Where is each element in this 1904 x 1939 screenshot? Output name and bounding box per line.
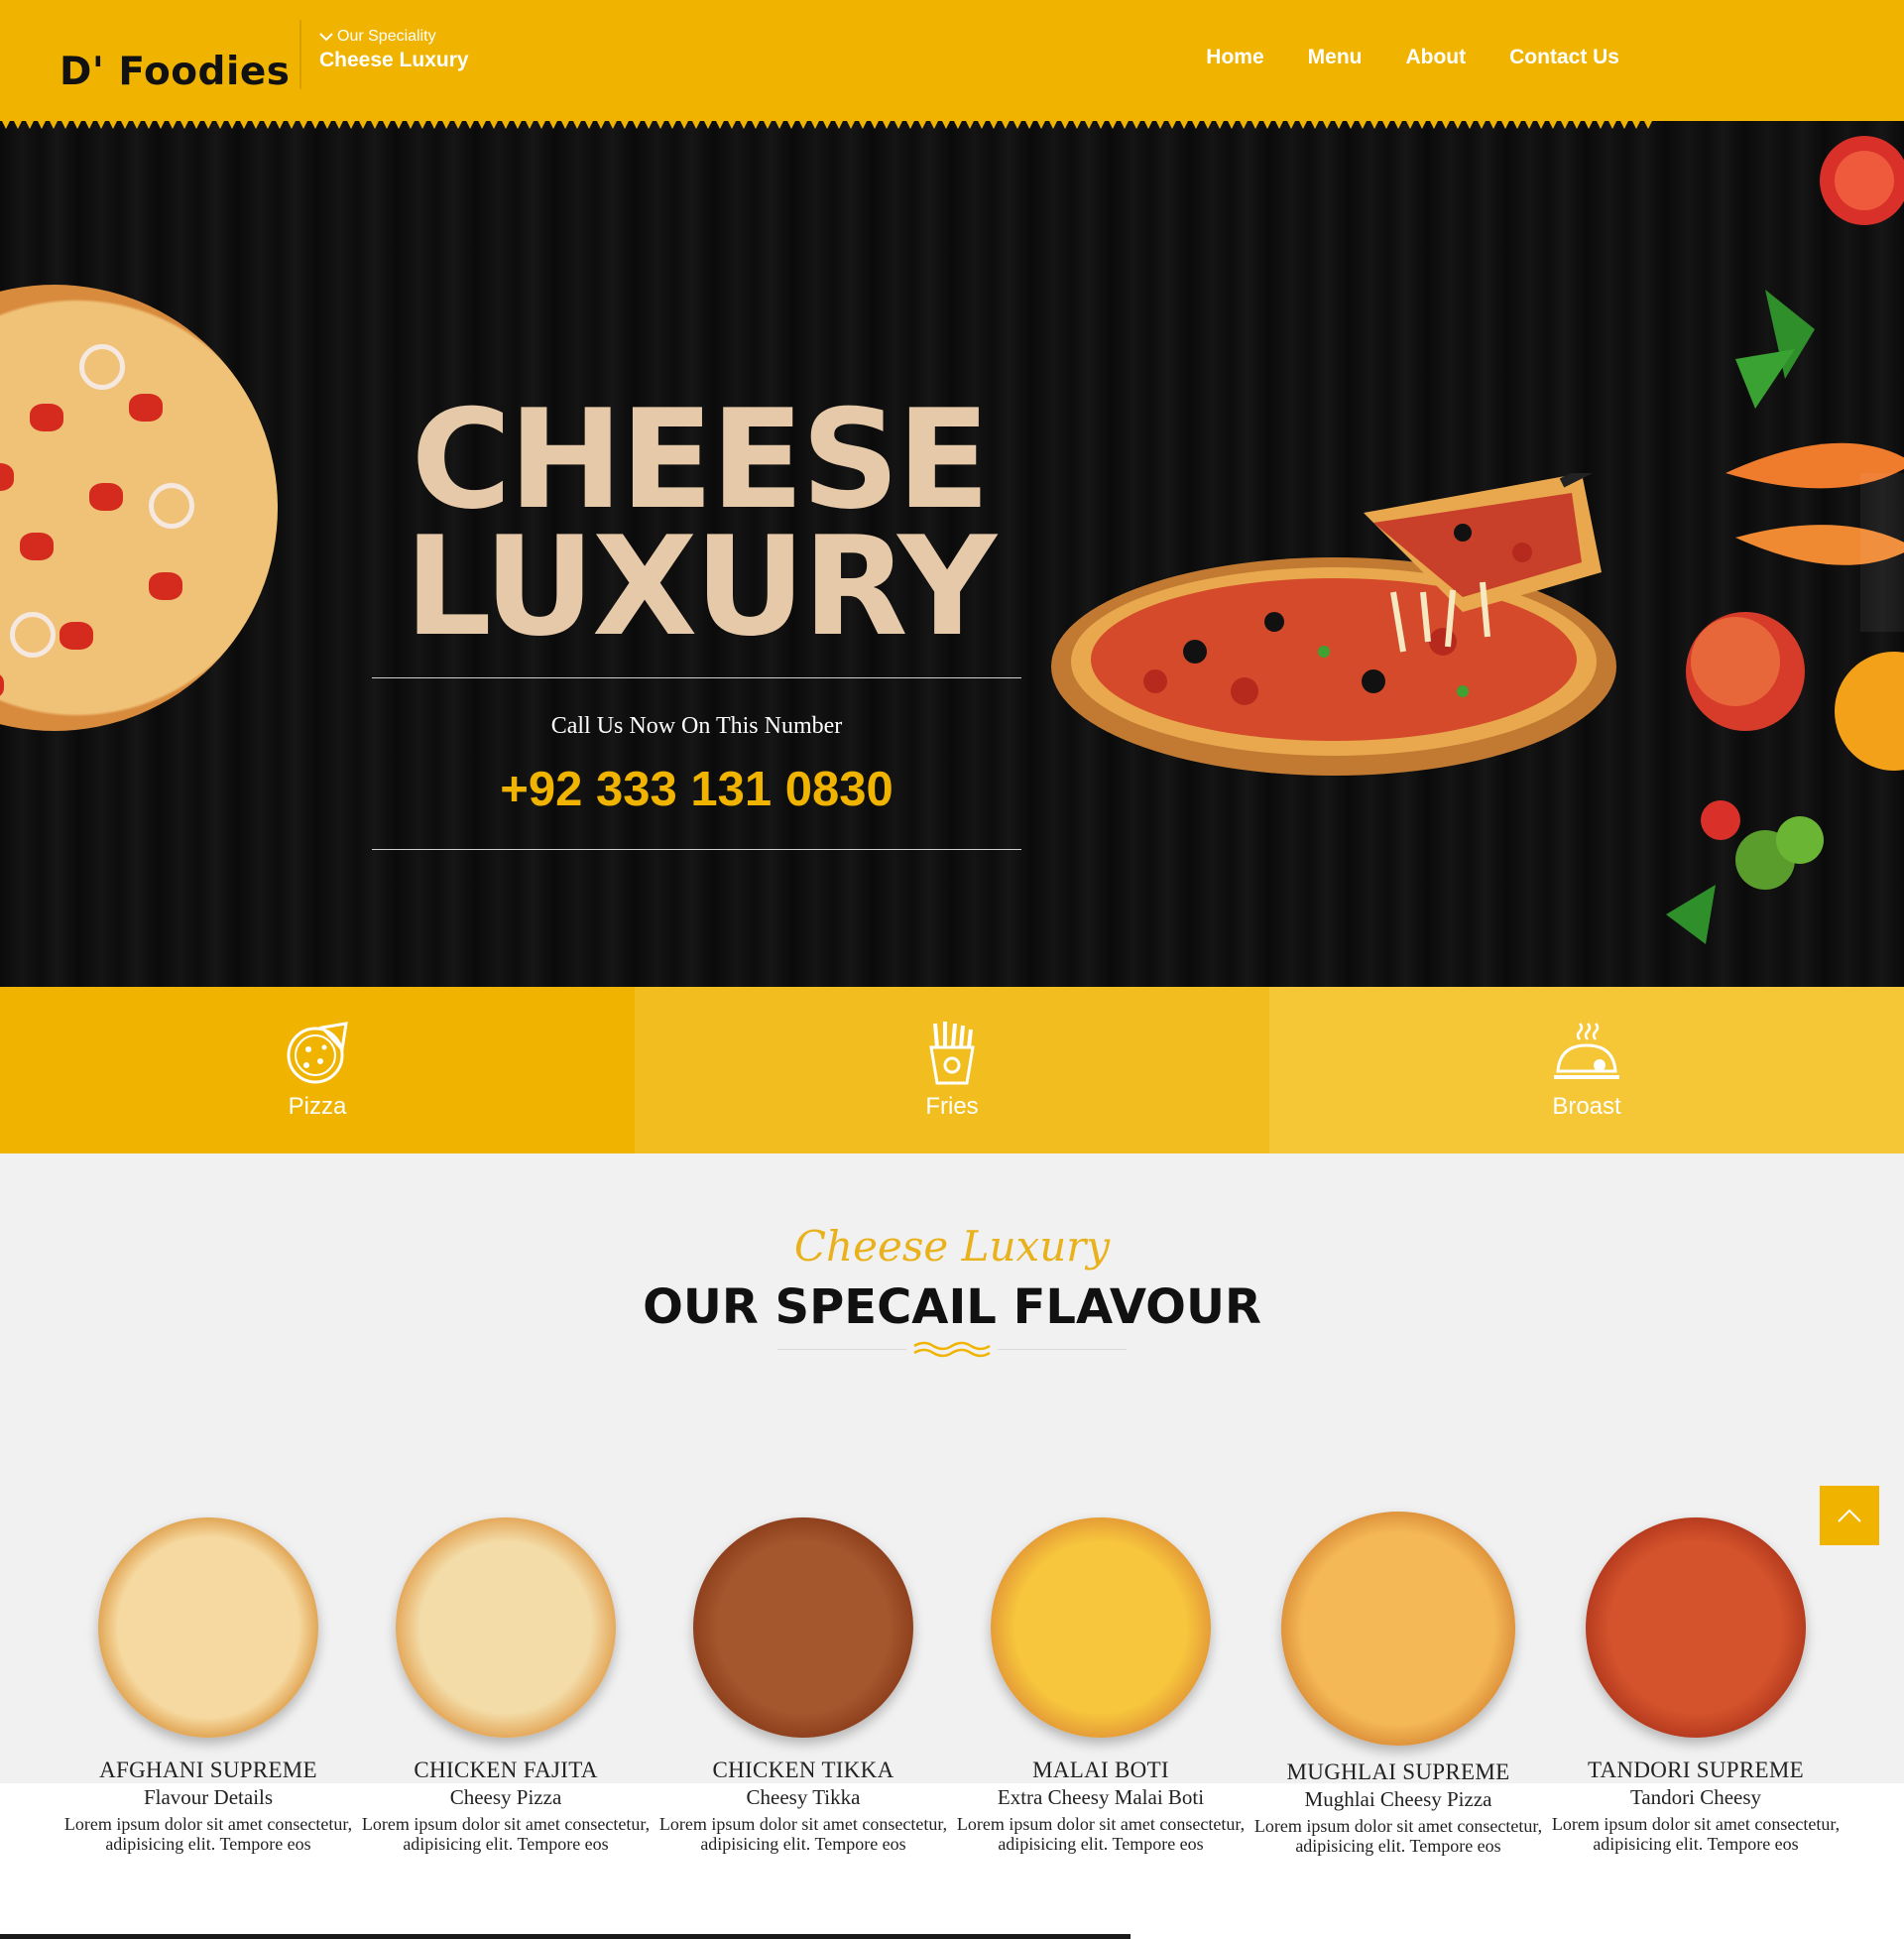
title-rule-right bbox=[998, 1349, 1127, 1350]
product-description: Lorem ipsum dolor sit amet consectetur, … bbox=[1551, 1814, 1841, 1854]
header-zigzag-edge bbox=[0, 117, 1654, 129]
product-name: CHICKEN FAJITA bbox=[414, 1757, 598, 1782]
product-subtitle: Extra Cheesy Malai Boti bbox=[997, 1785, 1205, 1809]
back-to-top-button[interactable] bbox=[1820, 1486, 1879, 1545]
product-description: Lorem ipsum dolor sit amet consectetur, … bbox=[658, 1814, 948, 1854]
chevron-down-icon bbox=[319, 33, 333, 42]
product-subtitle: Flavour Details bbox=[143, 1785, 274, 1809]
hero-phone[interactable]: +92 333 131 0830 bbox=[372, 762, 1021, 817]
product-card[interactable]: TANDORI SUPREME Tandori Cheesy Lorem ips… bbox=[1547, 1517, 1844, 1854]
product-image bbox=[98, 1517, 318, 1738]
category-label: Broast bbox=[1552, 1093, 1621, 1120]
product-card[interactable]: MALAI BOTI Extra Cheesy Malai Boti Lorem… bbox=[952, 1517, 1250, 1854]
hero-title-line2: LUXURY bbox=[404, 507, 997, 667]
product-image bbox=[991, 1517, 1211, 1738]
product-image bbox=[1586, 1517, 1806, 1738]
product-description: Lorem ipsum dolor sit amet consectetur, … bbox=[63, 1814, 353, 1854]
hero-title-line1: CHEESE bbox=[411, 380, 991, 540]
wave-divider-icon bbox=[913, 1341, 991, 1358]
hero-title: CHEESE LUXURY bbox=[372, 380, 1026, 667]
hero-pizza-image-left bbox=[0, 285, 278, 731]
product-subtitle: Mughlai Cheesy Pizza bbox=[1304, 1787, 1492, 1811]
product-card[interactable]: AFGHANI SUPREME Flavour Details Lorem ip… bbox=[60, 1517, 357, 1854]
hero-divider-bottom bbox=[372, 849, 1021, 850]
product-name: MALAI BOTI bbox=[1032, 1757, 1169, 1782]
hero-call-text: Call Us Now On This Number bbox=[550, 713, 843, 739]
product-image bbox=[1281, 1512, 1515, 1746]
chevron-up-icon bbox=[1838, 1509, 1861, 1522]
page: D' Foodies Our Speciality Cheese Luxury … bbox=[0, 0, 1904, 1939]
section-title: OUR SPECAIL FLAVOUR bbox=[643, 1279, 1261, 1335]
category-label: Fries bbox=[925, 1093, 979, 1120]
product-description: Lorem ipsum dolor sit amet consectetur, … bbox=[1253, 1816, 1543, 1856]
product-image bbox=[396, 1517, 616, 1738]
slider-next-arrow[interactable] bbox=[1860, 473, 1904, 632]
section-script-title: Cheese Luxury bbox=[793, 1222, 1111, 1271]
product-subtitle: Cheesy Tikka bbox=[746, 1785, 861, 1809]
category-pizza[interactable]: Pizza bbox=[0, 987, 635, 1153]
nav-menu[interactable]: Menu bbox=[1308, 46, 1363, 69]
category-label: Pizza bbox=[288, 1093, 347, 1120]
hero-divider-top bbox=[372, 677, 1021, 678]
product-card[interactable]: CHICKEN FAJITA Cheesy Pizza Lorem ipsum … bbox=[357, 1517, 654, 1854]
product-description: Lorem ipsum dolor sit amet consectetur, … bbox=[956, 1814, 1246, 1854]
logo-divider bbox=[299, 20, 301, 89]
speciality-dropdown[interactable]: Our Speciality Cheese Luxury bbox=[319, 28, 469, 72]
main-nav: Home Menu About Contact Us bbox=[1206, 46, 1619, 69]
product-name: CHICKEN TIKKA bbox=[712, 1757, 894, 1782]
product-description: Lorem ipsum dolor sit amet consectetur, … bbox=[361, 1814, 651, 1854]
product-name: TANDORI SUPREME bbox=[1588, 1757, 1804, 1782]
hero-slider: CHEESE LUXURY Call Us Now On This Number… bbox=[0, 121, 1904, 987]
title-rule-left bbox=[777, 1349, 906, 1350]
nav-about[interactable]: About bbox=[1405, 46, 1466, 69]
speciality-label: Our Speciality bbox=[337, 28, 436, 45]
next-section-peek bbox=[0, 1934, 1130, 1939]
hero-pizza-image-right bbox=[1051, 473, 1616, 776]
speciality-value: Cheese Luxury bbox=[319, 49, 469, 71]
broast-icon bbox=[1554, 1023, 1619, 1079]
category-broast[interactable]: Broast bbox=[1269, 987, 1904, 1153]
fries-icon bbox=[929, 1022, 975, 1085]
site-logo[interactable]: D' Foodies bbox=[60, 50, 291, 94]
product-name: MUGHLAI SUPREME bbox=[1286, 1759, 1510, 1784]
nav-contact[interactable]: Contact Us bbox=[1509, 46, 1619, 69]
product-card[interactable]: MUGHLAI SUPREME Mughlai Cheesy Pizza Lor… bbox=[1250, 1512, 1547, 1856]
product-subtitle: Tandori Cheesy bbox=[1629, 1785, 1762, 1809]
category-fries[interactable]: Fries bbox=[635, 987, 1269, 1153]
site-header: D' Foodies Our Speciality Cheese Luxury … bbox=[0, 0, 1904, 121]
hero-veggies-image bbox=[1666, 136, 1904, 944]
nav-home[interactable]: Home bbox=[1206, 46, 1263, 69]
product-card[interactable]: CHICKEN TIKKA Cheesy Tikka Lorem ipsum d… bbox=[654, 1517, 952, 1854]
product-subtitle: Cheesy Pizza bbox=[449, 1785, 562, 1809]
product-name: AFGHANI SUPREME bbox=[99, 1757, 317, 1782]
product-image bbox=[693, 1517, 913, 1738]
pizza-icon bbox=[287, 1022, 348, 1084]
